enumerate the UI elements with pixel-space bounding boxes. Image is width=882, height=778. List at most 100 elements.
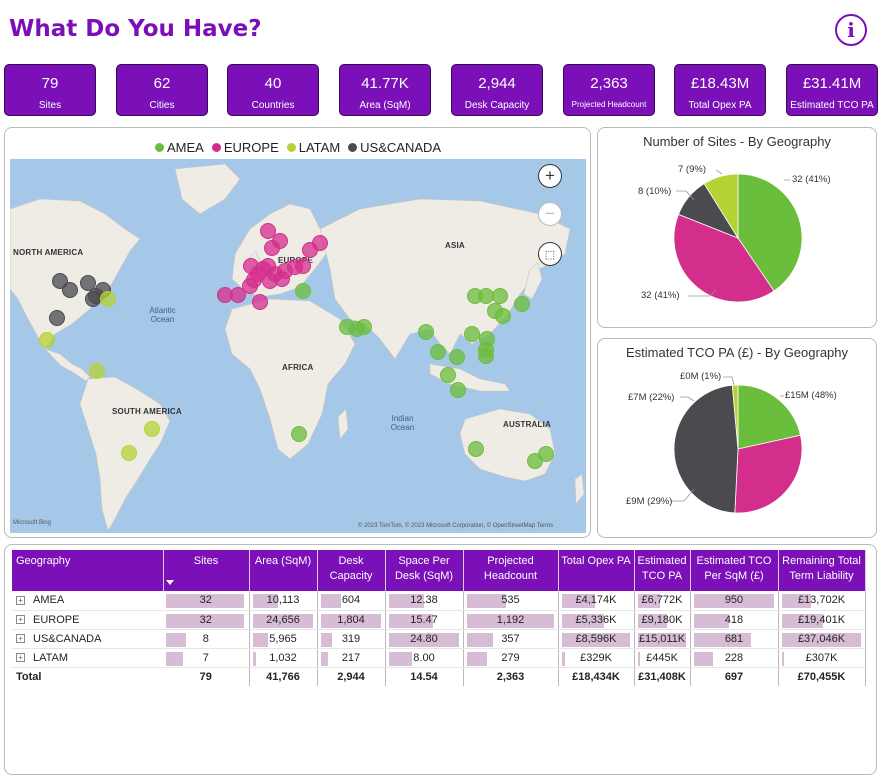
site-bubble-uscanada[interactable]: [49, 310, 65, 326]
site-bubble-amea[interactable]: [449, 349, 465, 365]
expand-icon[interactable]: +: [16, 615, 25, 625]
site-bubble-amea[interactable]: [450, 382, 466, 398]
kpi-card-area[interactable]: 41.77K Area (SqM): [339, 64, 431, 116]
site-bubble-amea[interactable]: [514, 296, 530, 312]
site-bubble-amea[interactable]: [464, 326, 480, 342]
cell-sites: 8: [163, 629, 250, 649]
pie-chart-tco[interactable]: [598, 339, 878, 539]
col-header-projected-headcount[interactable]: Projected Headcount: [463, 550, 559, 591]
col-header-desk-capacity[interactable]: Desk Capacity: [317, 550, 386, 591]
data-bar: [561, 651, 565, 666]
zoom-out-button[interactable]: −: [538, 202, 562, 226]
kpi-card-countries[interactable]: 40 Countries: [227, 64, 319, 116]
world-map[interactable]: NORTH AMERICA SOUTH AMERICA EUROPE ASIA …: [10, 159, 586, 533]
legend-item-uscanada[interactable]: US&CANADA: [348, 140, 441, 155]
col-header-space-per-desk[interactable]: Space Per Desk (SqM): [385, 550, 464, 591]
kpi-card-cities[interactable]: 62 Cities: [116, 64, 208, 116]
data-bar: [166, 632, 186, 647]
zoom-in-button[interactable]: +: [538, 164, 562, 188]
kpi-card-projected-headcount[interactable]: 2,363 Projected Headcount: [563, 64, 655, 116]
col-header-remaining-liability[interactable]: Remaining Total Term Liability: [778, 550, 866, 591]
site-bubble-europe[interactable]: [264, 240, 280, 256]
sort-descending-icon[interactable]: [166, 580, 174, 585]
site-bubble-amea[interactable]: [418, 324, 434, 340]
pie-slice-uscanada[interactable]: [673, 384, 739, 514]
legend-item-amea[interactable]: AMEA: [155, 140, 204, 155]
site-bubble-uscanada[interactable]: [85, 291, 101, 307]
table-row[interactable]: + US&CANADA 8 5,965 319 24.80 357 £8,596K £15,01…: [12, 629, 866, 649]
kpi-card-estimated-tco[interactable]: £31.41M Estimated TCO PA: [786, 64, 878, 116]
pie-label-latam: 7 (9%): [678, 164, 706, 175]
legend-item-latam[interactable]: LATAM: [286, 140, 340, 155]
expand-icon[interactable]: +: [16, 653, 25, 663]
table-row[interactable]: + AMEA 32 10,113 604 12.38 535 £4,174K £6,772K 95…: [12, 591, 866, 611]
kpi-card-desk-capacity[interactable]: 2,944 Desk Capacity: [451, 64, 543, 116]
site-bubble-uscanada[interactable]: [62, 282, 78, 298]
site-bubble-amea[interactable]: [495, 308, 511, 324]
table-row[interactable]: + LATAM 7 1,032 217 8.00 279 £329K £445K 228 £307K: [12, 648, 866, 668]
cell-value: £445K: [646, 651, 678, 664]
site-bubble-amea[interactable]: [440, 367, 456, 383]
site-bubble-latam[interactable]: [121, 445, 137, 461]
data-bar: [320, 594, 341, 608]
site-bubble-europe[interactable]: [260, 258, 276, 274]
row-geography[interactable]: + LATAM: [12, 648, 163, 668]
expand-icon[interactable]: +: [16, 595, 25, 605]
col-header-tco-per-sqm[interactable]: Estimated TCO Per SqM (£): [690, 550, 779, 591]
site-bubble-amea[interactable]: [291, 426, 307, 442]
map-legend: AMEA EUROPE LATAM US&CANADA: [155, 140, 441, 155]
site-bubble-amea[interactable]: [295, 283, 311, 299]
site-bubble-europe[interactable]: [260, 223, 276, 239]
pie-panel-tco: Estimated TCO PA (£) - By Geography £15M…: [597, 338, 877, 538]
data-bar: [693, 651, 713, 666]
row-geography[interactable]: + US&CANADA: [12, 629, 163, 649]
cell-liab: £19,401K: [778, 610, 866, 630]
site-bubble-amea[interactable]: [467, 288, 483, 304]
kpi-card-total-opex[interactable]: £18.43M Total Opex PA: [674, 64, 766, 116]
site-bubble-amea[interactable]: [468, 441, 484, 457]
expand-icon[interactable]: +: [16, 634, 25, 644]
legend-item-europe[interactable]: EUROPE: [211, 140, 279, 155]
site-bubble-latam[interactable]: [89, 363, 105, 379]
site-bubble-amea[interactable]: [478, 342, 494, 358]
col-header-estimated-tco[interactable]: Estimated TCO PA: [634, 550, 691, 591]
cell-value: £8,596K: [575, 632, 617, 645]
site-bubble-europe[interactable]: [246, 272, 262, 288]
col-header-area[interactable]: Area (SqM): [249, 550, 318, 591]
site-bubble-amea[interactable]: [538, 446, 554, 462]
site-bubble-uscanada[interactable]: [80, 275, 96, 291]
site-bubble-europe[interactable]: [252, 294, 268, 310]
cell-value: 15.47: [410, 613, 438, 626]
cell-opex: £329K: [558, 648, 635, 668]
col-header-sites[interactable]: Sites: [163, 550, 250, 591]
cell-opex: £5,336K: [558, 610, 635, 630]
site-bubble-europe[interactable]: [312, 235, 328, 251]
cell-desk: 1,804: [317, 610, 386, 630]
cell-tco: £6,772K: [634, 591, 691, 611]
map-attribution[interactable]: © 2023 TomTom, © 2023 Microsoft Corporat…: [358, 523, 553, 529]
map-select-icon[interactable]: ⬚: [538, 242, 562, 266]
cell-value: £9,180K: [641, 613, 683, 626]
col-header-total-opex[interactable]: Total Opex PA: [558, 550, 635, 591]
cell-value: £329K: [580, 651, 612, 664]
row-geography[interactable]: + AMEA: [12, 591, 163, 611]
info-icon[interactable]: i: [835, 14, 867, 46]
pie-chart-sites[interactable]: [598, 128, 878, 329]
site-bubble-latam[interactable]: [100, 291, 116, 307]
col-header-geography[interactable]: Geography: [12, 550, 164, 591]
site-bubble-europe[interactable]: [217, 287, 233, 303]
site-bubble-latam[interactable]: [39, 332, 55, 348]
row-geography[interactable]: + EUROPE: [12, 610, 163, 630]
kpi-card-sites[interactable]: 79 Sites: [4, 64, 96, 116]
dashboard-page: What Do You Have? i 79 Sites 62 Cities 4…: [0, 0, 882, 778]
site-bubble-latam[interactable]: [144, 421, 160, 437]
site-bubble-amea[interactable]: [430, 344, 446, 360]
site-bubble-amea[interactable]: [492, 288, 508, 304]
pie-label-amea: 32 (41%): [792, 174, 831, 185]
row-geography-label: EUROPE: [33, 613, 80, 626]
site-bubble-amea[interactable]: [356, 319, 372, 335]
site-bubble-europe[interactable]: [274, 271, 290, 287]
data-bar: [693, 613, 729, 628]
site-bubble-europe[interactable]: [287, 259, 303, 275]
table-row[interactable]: + EUROPE 32 24,656 1,804 15.47 1,192 £5,336K £9,…: [12, 610, 866, 630]
